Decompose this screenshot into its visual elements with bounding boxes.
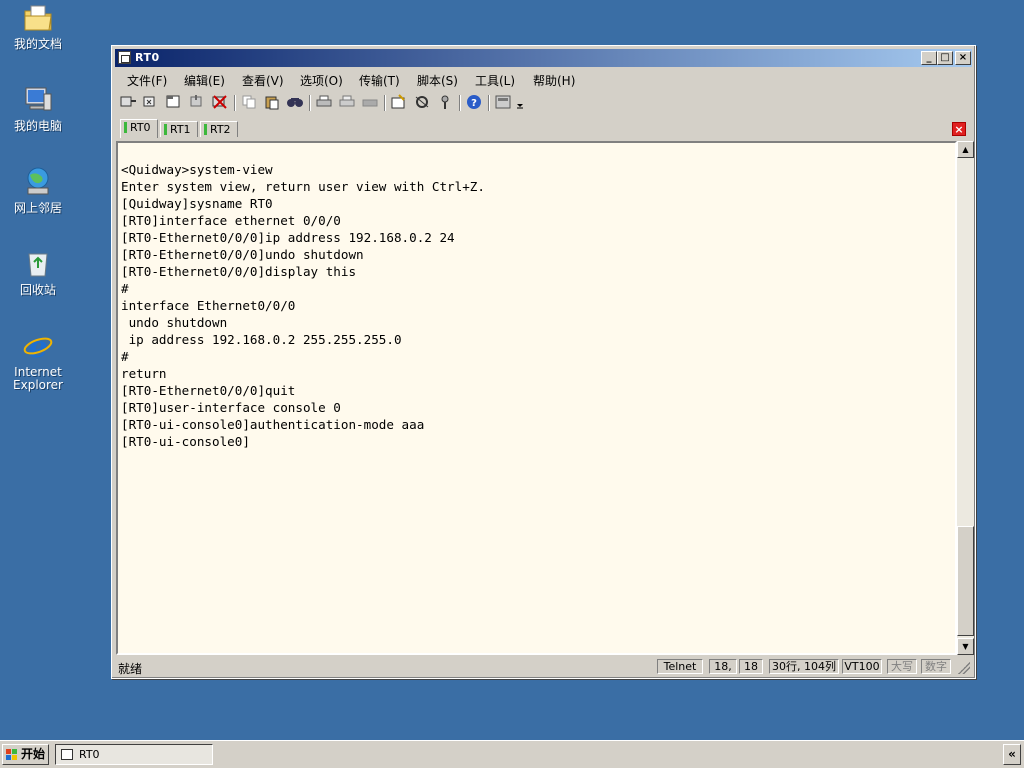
menu-tools[interactable]: 工具(L) — [475, 72, 515, 89]
print-icon[interactable] — [315, 94, 335, 112]
connect-icon[interactable] — [119, 94, 139, 112]
start-label: 开始 — [21, 747, 46, 761]
paste-icon[interactable] — [263, 94, 283, 112]
desktop-icon-label: Internet Explorer — [13, 365, 63, 392]
tab-label: RT2 — [210, 123, 231, 136]
internet-explorer-icon: e — [23, 330, 53, 362]
menu-file[interactable]: 文件(F) — [127, 72, 167, 89]
status-num: 数字 — [921, 659, 951, 674]
scroll-thumb[interactable] — [957, 526, 974, 636]
menu-transfer[interactable]: 传输(T) — [359, 72, 400, 89]
toolbar-separator — [384, 95, 386, 111]
network-icon — [27, 167, 49, 195]
toolbar-separator — [459, 95, 461, 111]
window-title: RT0 — [135, 51, 160, 64]
tab-label: RT0 — [130, 121, 151, 134]
tab-label: RT1 — [170, 123, 191, 136]
svg-text:?: ? — [471, 98, 477, 109]
terminal-output[interactable]: <Quidway>system-view Enter system view, … — [116, 141, 957, 655]
status-col: 18 — [739, 659, 763, 674]
menu-edit[interactable]: 编辑(E) — [184, 72, 225, 89]
tab-rt1[interactable]: RT1 — [160, 121, 198, 137]
resize-grip-icon[interactable] — [958, 662, 970, 674]
vertical-scrollbar[interactable]: ▲ ▼ — [957, 141, 974, 655]
disconnect-icon[interactable] — [211, 94, 231, 112]
status-bar: 就绪 Telnet 18, 18 30行, 104列 VT100 大写 数字 — [115, 657, 972, 676]
taskbar: 开始 RT0 « — [0, 740, 1024, 768]
menu-help[interactable]: 帮助(H) — [533, 72, 575, 89]
status-caps: 大写 — [887, 659, 917, 674]
computer-icon — [25, 87, 52, 111]
taskbar-item-rt0[interactable]: RT0 — [55, 744, 213, 765]
close-button[interactable]: × — [955, 51, 971, 65]
reconnect-icon[interactable] — [188, 94, 208, 112]
menu-view[interactable]: 查看(V) — [242, 72, 284, 89]
desktop-icon-internet-explorer[interactable]: e Internet Explorer — [4, 330, 72, 392]
global-options-icon[interactable] — [413, 94, 433, 112]
status-emulation: VT100 — [842, 659, 882, 674]
session-tabs: RT0 RT1 RT2 × — [115, 119, 972, 139]
minimize-button[interactable]: _ — [921, 51, 937, 65]
desktop-icon-label: 我的文档 — [13, 37, 62, 51]
toolbar: ? — [117, 92, 972, 116]
toolbar-separator — [309, 95, 311, 111]
securecrt-window: RT0 _ □ × 文件(F) 编辑(E) 查看(V) 选项(O) 传输(T) … — [111, 45, 976, 679]
svg-text:e: e — [28, 330, 47, 362]
quick-connect-icon[interactable] — [142, 94, 162, 112]
connect-tab-icon[interactable] — [165, 94, 185, 112]
scroll-up-icon[interactable]: ▲ — [957, 141, 974, 158]
sftp-icon[interactable] — [494, 94, 514, 112]
tab-rt0[interactable]: RT0 — [120, 119, 158, 138]
windows-flag-icon — [6, 749, 17, 760]
copy-icon[interactable] — [240, 94, 260, 112]
desktop-icon-my-documents[interactable]: 我的文档 — [4, 2, 72, 51]
status-size: 30行, 104列 — [769, 659, 839, 674]
keymap-icon[interactable] — [436, 94, 456, 112]
desktop-icon-label: 网上邻居 — [13, 201, 62, 215]
menu-script[interactable]: 脚本(S) — [417, 72, 458, 89]
status-ready: 就绪 — [118, 662, 143, 676]
status-protocol: Telnet — [657, 659, 703, 674]
recycle-bin-icon — [28, 253, 48, 277]
terminal-text: <Quidway>system-view Enter system view, … — [121, 162, 485, 449]
print-setup-icon[interactable] — [338, 94, 358, 112]
session-options-icon[interactable] — [390, 94, 410, 112]
desktop-icon-network[interactable]: 网上邻居 — [4, 166, 72, 215]
desktop-icon-label: 回收站 — [19, 283, 56, 297]
status-row: 18, — [709, 659, 737, 674]
more-icon[interactable] — [515, 94, 527, 112]
app-icon — [61, 749, 73, 760]
scroll-down-icon[interactable]: ▼ — [957, 638, 974, 655]
close-tab-icon[interactable]: × — [952, 122, 966, 136]
desktop-icon-label: 我的电脑 — [13, 119, 62, 133]
tab-rt2[interactable]: RT2 — [200, 121, 238, 137]
tray-expand-button[interactable]: « — [1003, 744, 1021, 765]
find-icon[interactable] — [286, 94, 306, 112]
toolbar-separator — [488, 95, 490, 111]
folder-documents-icon — [24, 5, 52, 31]
title-bar[interactable]: RT0 _ □ × — [115, 49, 972, 67]
app-icon — [118, 51, 131, 64]
print-screen-icon[interactable] — [361, 94, 381, 112]
menu-bar: 文件(F) 编辑(E) 查看(V) 选项(O) 传输(T) 脚本(S) 工具(L… — [115, 69, 972, 89]
desktop-icon-recycle-bin[interactable]: 回收站 — [4, 248, 72, 297]
taskbar-item-label: RT0 — [79, 748, 100, 761]
help-icon[interactable]: ? — [465, 94, 485, 112]
menu-options[interactable]: 选项(O) — [300, 72, 343, 89]
start-button[interactable]: 开始 — [2, 744, 49, 765]
toolbar-separator — [234, 95, 236, 111]
maximize-button[interactable]: □ — [937, 51, 953, 65]
desktop-icon-my-computer[interactable]: 我的电脑 — [4, 84, 72, 133]
